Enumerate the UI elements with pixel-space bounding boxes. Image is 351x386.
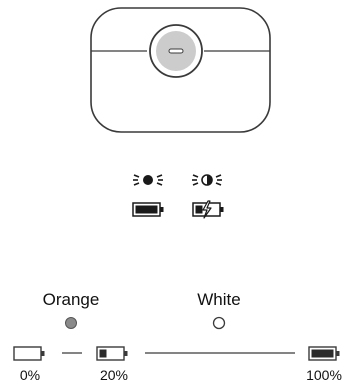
battery-low-icon — [96, 346, 128, 361]
level-20-label: 20% — [100, 367, 128, 383]
status-legend — [132, 174, 224, 219]
battery-full-icon — [132, 202, 164, 217]
battery-full-level-icon — [308, 346, 340, 361]
charging-case-diagram: Orange White 0% 20% 100% — [13, 7, 342, 383]
white-indicator-dot — [212, 316, 226, 330]
battery-full-fill — [311, 349, 334, 358]
battery-low-fill — [99, 349, 107, 358]
level-100-label: 100% — [306, 367, 342, 383]
battery-level-scale: 0% 20% 100% — [13, 346, 342, 383]
orange-indicator-dot — [65, 317, 77, 329]
white-label: White — [197, 290, 240, 309]
light-pulsing-icon — [192, 174, 222, 186]
orange-label: Orange — [43, 290, 100, 309]
light-on-icon — [133, 174, 163, 186]
battery-empty-icon — [13, 346, 45, 361]
battery-charging-icon — [192, 200, 224, 219]
status-light-indicator — [168, 48, 184, 54]
charging-case — [90, 7, 271, 133]
level-0-label: 0% — [20, 367, 40, 383]
